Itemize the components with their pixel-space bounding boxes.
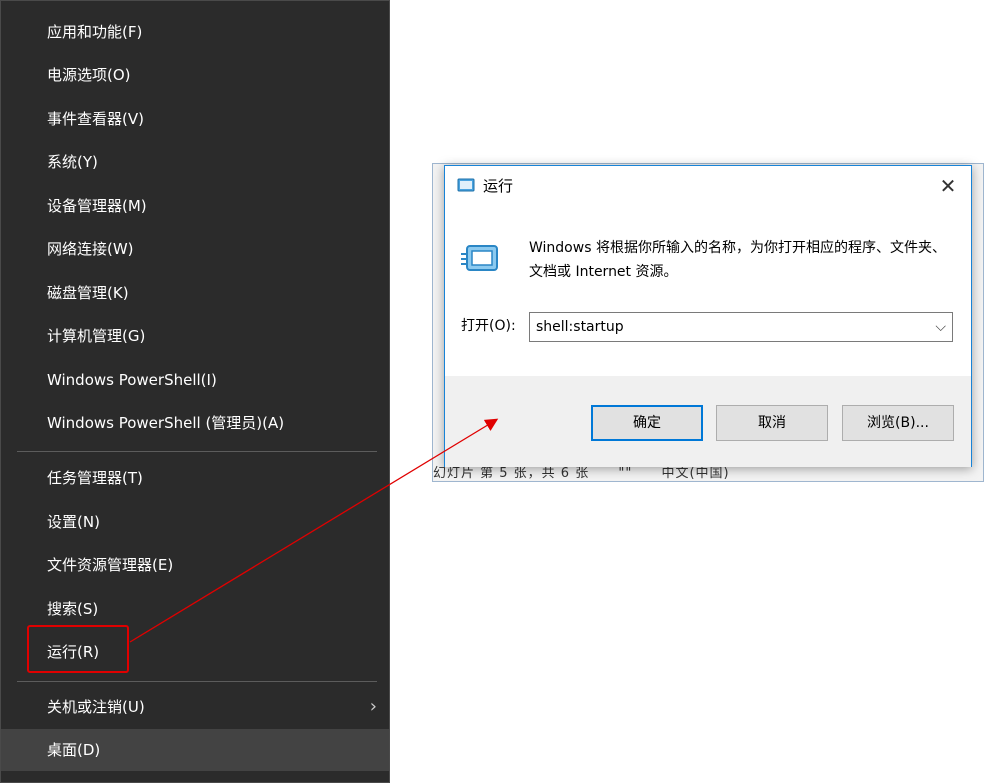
- menu-separator: [17, 451, 377, 452]
- menu-item-computer-management[interactable]: 计算机管理(G): [1, 315, 389, 357]
- close-icon: ✕: [939, 174, 957, 198]
- open-combobox[interactable]: shell:startup ⌵: [529, 312, 953, 342]
- cancel-button[interactable]: 取消: [716, 405, 828, 441]
- winx-context-menu: 应用和功能(F) 电源选项(O) 事件查看器(V) 系统(Y) 设备管理器(M)…: [0, 0, 390, 783]
- browse-button[interactable]: 浏览(B)...: [842, 405, 954, 441]
- menu-item-shutdown-signout[interactable]: 关机或注销(U) ›: [1, 686, 389, 728]
- menu-item-device-manager[interactable]: 设备管理器(M): [1, 185, 389, 227]
- menu-item-power-options[interactable]: 电源选项(O): [1, 54, 389, 96]
- menu-item-search[interactable]: 搜索(S): [1, 588, 389, 630]
- open-input-value[interactable]: shell:startup: [536, 313, 624, 341]
- menu-item-disk-management[interactable]: 磁盘管理(K): [1, 272, 389, 314]
- run-dialog: 运行 ✕ Windows 将根据你所输入的名称，为你打开相应的程序、文件夹、文档…: [444, 165, 972, 467]
- menu-item-task-manager[interactable]: 任务管理器(T): [1, 457, 389, 499]
- menu-separator: [17, 681, 377, 682]
- chevron-right-icon: ›: [369, 696, 377, 717]
- dialog-description: Windows 将根据你所输入的名称，为你打开相应的程序、文件夹、文档或 Int…: [529, 240, 946, 280]
- open-label: 打开(O):: [461, 318, 516, 334]
- status-slide-count: 幻灯片 第 5 张，共 6 张: [433, 466, 590, 481]
- menu-item-system[interactable]: 系统(Y): [1, 141, 389, 183]
- menu-item-powershell-admin[interactable]: Windows PowerShell (管理员)(A): [1, 402, 389, 444]
- dialog-titlebar[interactable]: 运行 ✕: [445, 166, 971, 207]
- menu-item-label: 关机或注销(U): [47, 698, 145, 716]
- chevron-down-icon[interactable]: ⌵: [935, 313, 946, 341]
- run-item-highlight-box: [27, 625, 129, 673]
- ok-button[interactable]: 确定: [591, 405, 703, 441]
- menu-item-event-viewer[interactable]: 事件查看器(V): [1, 98, 389, 140]
- menu-item-network-connections[interactable]: 网络连接(W): [1, 228, 389, 270]
- close-button[interactable]: ✕: [925, 166, 971, 207]
- menu-item-file-explorer[interactable]: 文件资源管理器(E): [1, 544, 389, 586]
- menu-item-powershell[interactable]: Windows PowerShell(I): [1, 359, 389, 401]
- status-notes: "": [618, 466, 633, 481]
- menu-item-desktop[interactable]: 桌面(D): [1, 729, 389, 771]
- menu-item-settings[interactable]: 设置(N): [1, 501, 389, 543]
- run-title-icon: [457, 178, 475, 192]
- status-language: 中文(中国): [661, 466, 730, 481]
- run-app-icon: [461, 245, 498, 271]
- menu-item-apps-features[interactable]: 应用和功能(F): [1, 11, 389, 53]
- dialog-footer: 确定 取消 浏览(B)...: [445, 376, 971, 467]
- dialog-title: 运行: [483, 177, 514, 195]
